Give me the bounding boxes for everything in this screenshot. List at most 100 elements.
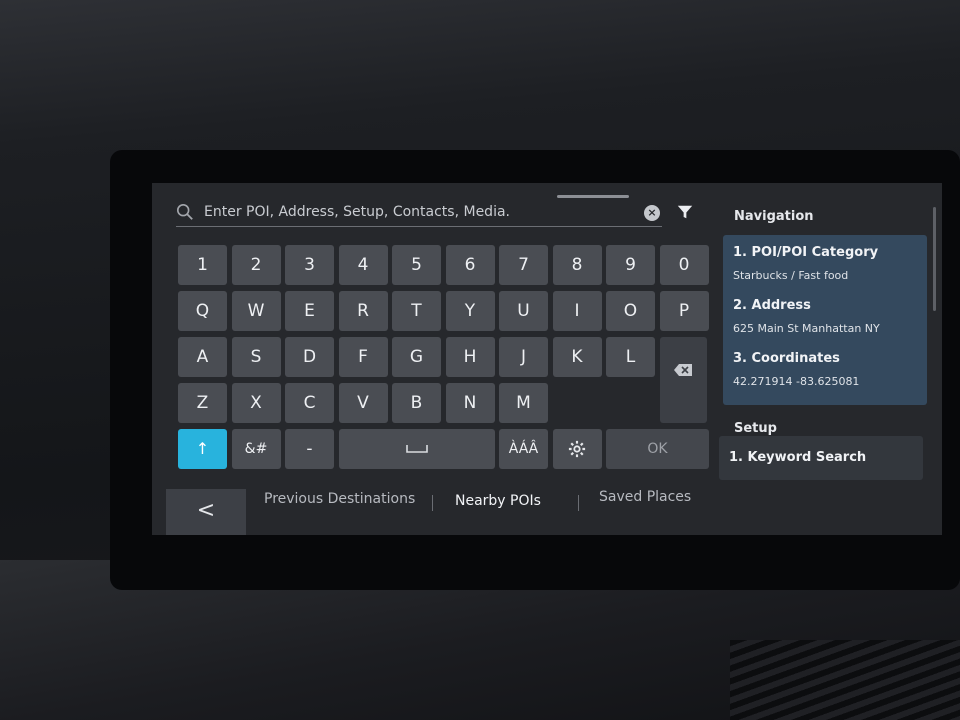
key-label: 0 — [678, 255, 690, 275]
shift-key[interactable]: ↑ — [178, 429, 227, 469]
key-g[interactable]: G — [392, 337, 441, 377]
key-0[interactable]: 0 — [659, 245, 709, 285]
nav-item-title: 2. Address — [733, 298, 811, 313]
tab-previous-destinations[interactable]: Previous Destinations — [264, 491, 415, 507]
key-label: 3 — [304, 255, 315, 275]
backspace-icon — [674, 364, 692, 376]
key-i[interactable]: I — [552, 291, 602, 331]
navigation-examples-card: 1. POI/POI Category Starbucks / Fast foo… — [723, 235, 927, 405]
nav-item-poi[interactable]: 1. POI/POI Category Starbucks / Fast foo… — [723, 235, 927, 288]
key-3[interactable]: 3 — [285, 245, 334, 285]
filter-icon[interactable] — [676, 203, 694, 221]
key-x[interactable]: X — [231, 383, 281, 423]
setup-card: 1. Keyword Search — [719, 436, 923, 480]
search-input[interactable] — [204, 203, 662, 220]
key-label: 6 — [464, 255, 476, 275]
key-label: K — [571, 347, 583, 367]
settings-key[interactable] — [552, 429, 602, 469]
key-label: 1 — [197, 255, 208, 275]
key-label: P — [678, 301, 690, 321]
key-label: Y — [464, 301, 476, 321]
key-q[interactable]: Q — [178, 291, 227, 331]
nav-item-title: 1. POI/POI Category — [733, 245, 879, 260]
key-label: Z — [196, 393, 209, 413]
nav-item-address[interactable]: 2. Address 625 Main St Manhattan NY — [723, 288, 927, 341]
key-h[interactable]: H — [445, 337, 495, 377]
ok-key[interactable]: OK — [606, 429, 709, 469]
key-c[interactable]: C — [285, 383, 334, 423]
key-label: E — [304, 301, 315, 321]
key-f[interactable]: F — [338, 337, 388, 377]
key-e[interactable]: E — [285, 291, 334, 331]
key-label: O — [623, 301, 638, 321]
key-label: U — [517, 301, 530, 321]
clear-circle-icon[interactable]: × — [644, 205, 660, 221]
key-r[interactable]: R — [338, 291, 388, 331]
key-y[interactable]: Y — [445, 291, 495, 331]
key-s[interactable]: S — [231, 337, 281, 377]
key-b[interactable]: B — [392, 383, 441, 423]
key-label: A — [196, 347, 209, 367]
dash-key[interactable]: - — [285, 429, 334, 469]
infotainment-screen: × 1 2 3 4 5 6 7 8 9 0 Q W E R T Y U I O P A S D F G H J K L Z X C V B N M ↑ &… — [152, 183, 942, 535]
key-z[interactable]: Z — [178, 383, 227, 423]
on-screen-keyboard: 1 2 3 4 5 6 7 8 9 0 Q W E R T Y U I O P A S D F G H J K L Z X C V B N M ↑ &# -… — [178, 245, 709, 473]
key-label: &# — [244, 441, 268, 457]
nav-item-coordinates[interactable]: 3. Coordinates 42.271914 -83.625081 — [723, 341, 927, 394]
space-key[interactable] — [338, 429, 495, 469]
key-8[interactable]: 8 — [552, 245, 602, 285]
key-6[interactable]: 6 — [445, 245, 495, 285]
bottom-navigation: < Previous Destinations Nearby POIs Save… — [166, 483, 726, 535]
key-m[interactable]: M — [499, 383, 548, 423]
key-4[interactable]: 4 — [338, 245, 388, 285]
setup-item-keyword-search[interactable]: 1. Keyword Search — [719, 436, 923, 471]
key-u[interactable]: U — [499, 291, 548, 331]
key-w[interactable]: W — [231, 291, 281, 331]
key-label: S — [250, 347, 262, 367]
key-1[interactable]: 1 — [178, 245, 227, 285]
accents-key[interactable]: ÀÁÂ — [499, 429, 548, 469]
key-label: 2 — [250, 255, 262, 275]
key-label: ÀÁÂ — [508, 441, 539, 457]
key-label: 8 — [571, 255, 583, 275]
nav-item-subtitle: 625 Main St Manhattan NY — [733, 322, 880, 335]
key-k[interactable]: K — [552, 337, 602, 377]
air-vent — [730, 640, 960, 720]
key-label: 9 — [625, 255, 636, 275]
key-label: I — [574, 301, 580, 321]
key-label: R — [357, 301, 369, 321]
key-5[interactable]: 5 — [392, 245, 441, 285]
backspace-key[interactable] — [659, 337, 707, 423]
symbols-key[interactable]: &# — [231, 429, 281, 469]
tab-divider — [432, 495, 433, 511]
setup-heading: Setup — [734, 421, 777, 436]
key-label: F — [358, 347, 368, 367]
key-2[interactable]: 2 — [231, 245, 281, 285]
key-label: X — [250, 393, 262, 413]
suggestion-panel: Navigation 1. POI/POI Category Starbucks… — [719, 183, 942, 535]
key-l[interactable]: L — [606, 337, 655, 377]
panel-scrollbar[interactable] — [933, 207, 936, 311]
key-7[interactable]: 7 — [499, 245, 548, 285]
key-label: H — [463, 347, 477, 367]
shift-up-arrow-icon: ↑ — [195, 439, 210, 458]
key-9[interactable]: 9 — [606, 245, 655, 285]
tab-saved-places[interactable]: Saved Places — [599, 489, 691, 505]
key-o[interactable]: O — [606, 291, 655, 331]
key-label: 4 — [357, 255, 369, 275]
space-bar-icon — [405, 445, 428, 453]
key-t[interactable]: T — [392, 291, 441, 331]
tab-nearby-pois[interactable]: Nearby POIs — [455, 493, 541, 509]
key-label: D — [302, 347, 317, 367]
key-j[interactable]: J — [499, 337, 548, 377]
key-v[interactable]: V — [338, 383, 388, 423]
key-d[interactable]: D — [285, 337, 334, 377]
search-icon — [176, 203, 193, 220]
key-label: 7 — [518, 255, 529, 275]
back-button[interactable]: < — [166, 489, 246, 535]
key-p[interactable]: P — [659, 291, 709, 331]
key-label: M — [516, 393, 531, 413]
key-a[interactable]: A — [178, 337, 227, 377]
setup-item-title: 1. Keyword Search — [729, 450, 867, 465]
key-n[interactable]: N — [445, 383, 495, 423]
